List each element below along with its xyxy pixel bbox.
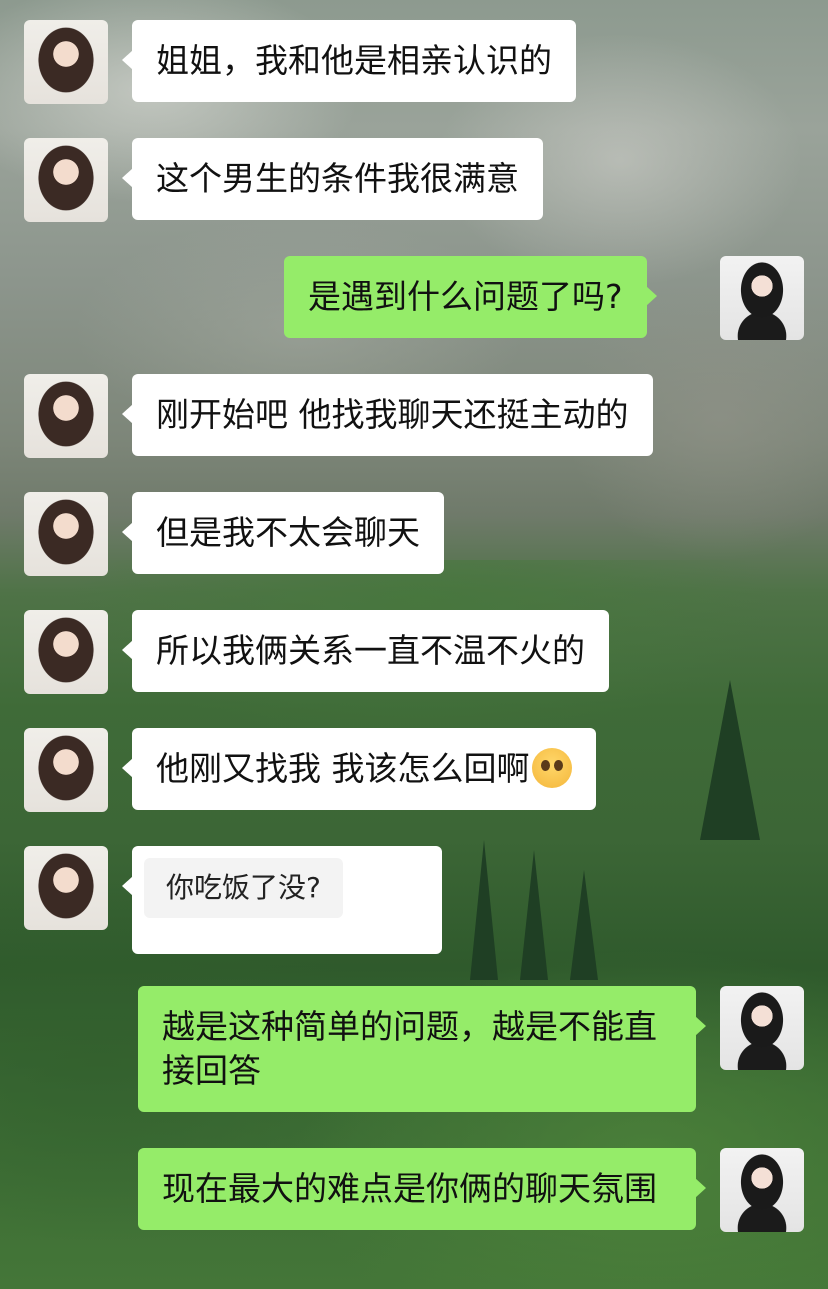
contact-avatar[interactable]	[24, 20, 108, 104]
user-avatar[interactable]	[720, 256, 804, 340]
background-tree	[520, 850, 548, 980]
contact-avatar[interactable]	[24, 846, 108, 930]
message-bubble-received[interactable]: 姐姐，我和他是相亲认识的	[122, 20, 576, 102]
user-avatar[interactable]	[720, 986, 804, 1070]
message-bubble-sent[interactable]: 现在最大的难点是你俩的聊天氛围	[138, 1148, 706, 1230]
message-bubble-sent[interactable]: 越是这种简单的问题，越是不能直接回答	[138, 986, 706, 1112]
message-bubble-received[interactable]: 但是我不太会聊天	[122, 492, 444, 574]
background-tree	[700, 680, 760, 840]
background-tree	[470, 840, 498, 980]
message-bubble-received[interactable]: 这个男生的条件我很满意	[122, 138, 543, 220]
contact-avatar[interactable]	[24, 374, 108, 458]
contact-avatar[interactable]	[24, 610, 108, 694]
background-tree	[570, 870, 598, 980]
message-bubble-sent[interactable]: 是遇到什么问题了吗?	[284, 256, 657, 338]
contact-avatar[interactable]	[24, 138, 108, 222]
pleading-face-emoji	[531, 748, 572, 788]
message-bubble-received[interactable]: 所以我俩关系一直不温不火的	[122, 610, 609, 692]
user-avatar[interactable]	[720, 1148, 804, 1232]
quoted-message: 你吃饭了没?	[144, 858, 343, 918]
message-bubble-received[interactable]: 他刚又找我 我该怎么回啊	[122, 728, 596, 810]
message-text: 他刚又找我 我该怎么回啊	[156, 749, 530, 788]
contact-avatar[interactable]	[24, 728, 108, 812]
contact-avatar[interactable]	[24, 492, 108, 576]
message-bubble-received[interactable]: 刚开始吧 他找我聊天还挺主动的	[122, 374, 653, 456]
message-image-received[interactable]: 你吃饭了没?	[122, 846, 442, 954]
